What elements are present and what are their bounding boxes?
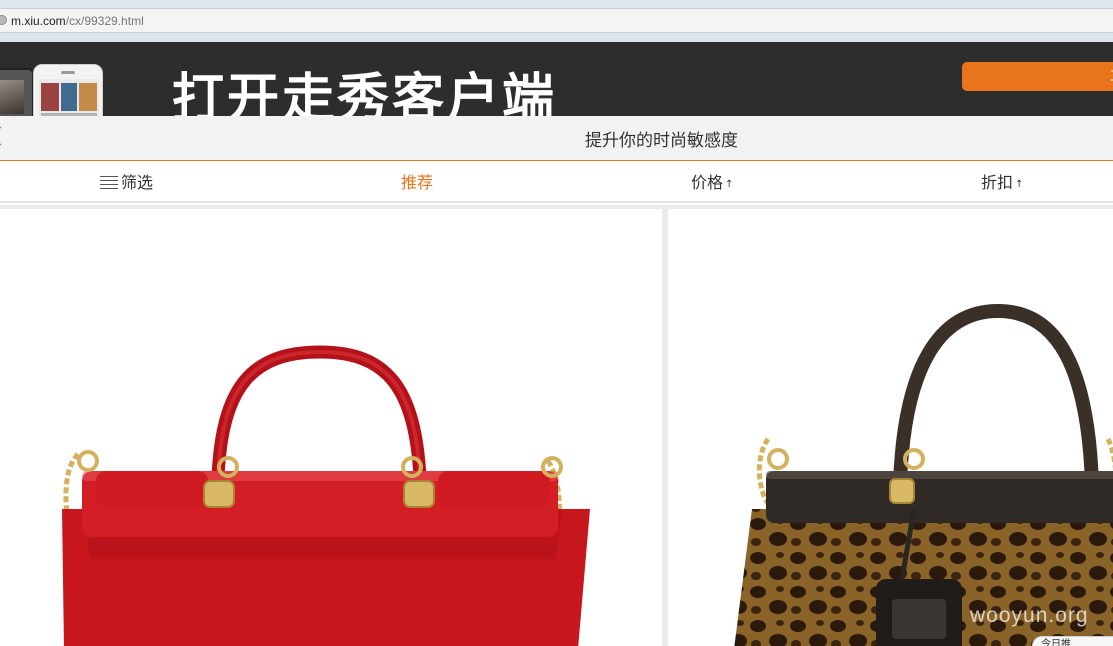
phone-illustration-back: [0, 68, 34, 116]
open-app-button[interactable]: 立: [962, 62, 1113, 91]
list-icon: [100, 175, 118, 189]
sort-discount-tab[interactable]: 折扣 ↑: [981, 162, 1023, 203]
sort-filter-bar: 筛选 推荐 价格 ↑ 折扣 ↑: [0, 162, 1113, 203]
floating-badge[interactable]: 今日推: [1032, 636, 1113, 646]
discount-label: 折扣: [981, 173, 1014, 192]
red-handbag-image: [62, 345, 590, 646]
page-header: 提升你的时尚敏感度: [0, 116, 1113, 161]
watermark: wooyun.org: [970, 604, 1089, 627]
banner-title: 打开走秀客户端: [172, 69, 558, 116]
site-info-icon[interactable]: [0, 15, 7, 25]
address-url[interactable]: m.xiu.com/cx/99329.html: [11, 13, 144, 29]
product-card[interactable]: [668, 209, 1113, 646]
leopard-handbag-image: [734, 303, 1113, 646]
price-label: 价格: [691, 173, 724, 192]
sort-price-tab[interactable]: 价格 ↑: [691, 162, 733, 203]
product-grid: [0, 205, 1113, 646]
browser-tab-strip: [0, 0, 1113, 9]
sort-up-arrow-icon: ↑: [725, 179, 734, 190]
page-title: 提升你的时尚敏感度: [585, 131, 738, 151]
product-card[interactable]: [0, 209, 662, 646]
sort-recommend-tab[interactable]: 推荐: [401, 162, 433, 203]
url-host: m.xiu.com: [11, 14, 66, 28]
app-download-banner[interactable]: 打开走秀客户端 立: [0, 42, 1113, 116]
browser-address-bar[interactable]: m.xiu.com/cx/99329.html: [0, 9, 1113, 33]
browser-toolbar-gap: [0, 33, 1113, 42]
filter-button[interactable]: 筛选: [100, 162, 153, 203]
url-path: /cx/99329.html: [65, 14, 144, 28]
phone-illustration-front: [33, 64, 103, 116]
sort-up-arrow-icon: ↑: [1015, 179, 1024, 190]
